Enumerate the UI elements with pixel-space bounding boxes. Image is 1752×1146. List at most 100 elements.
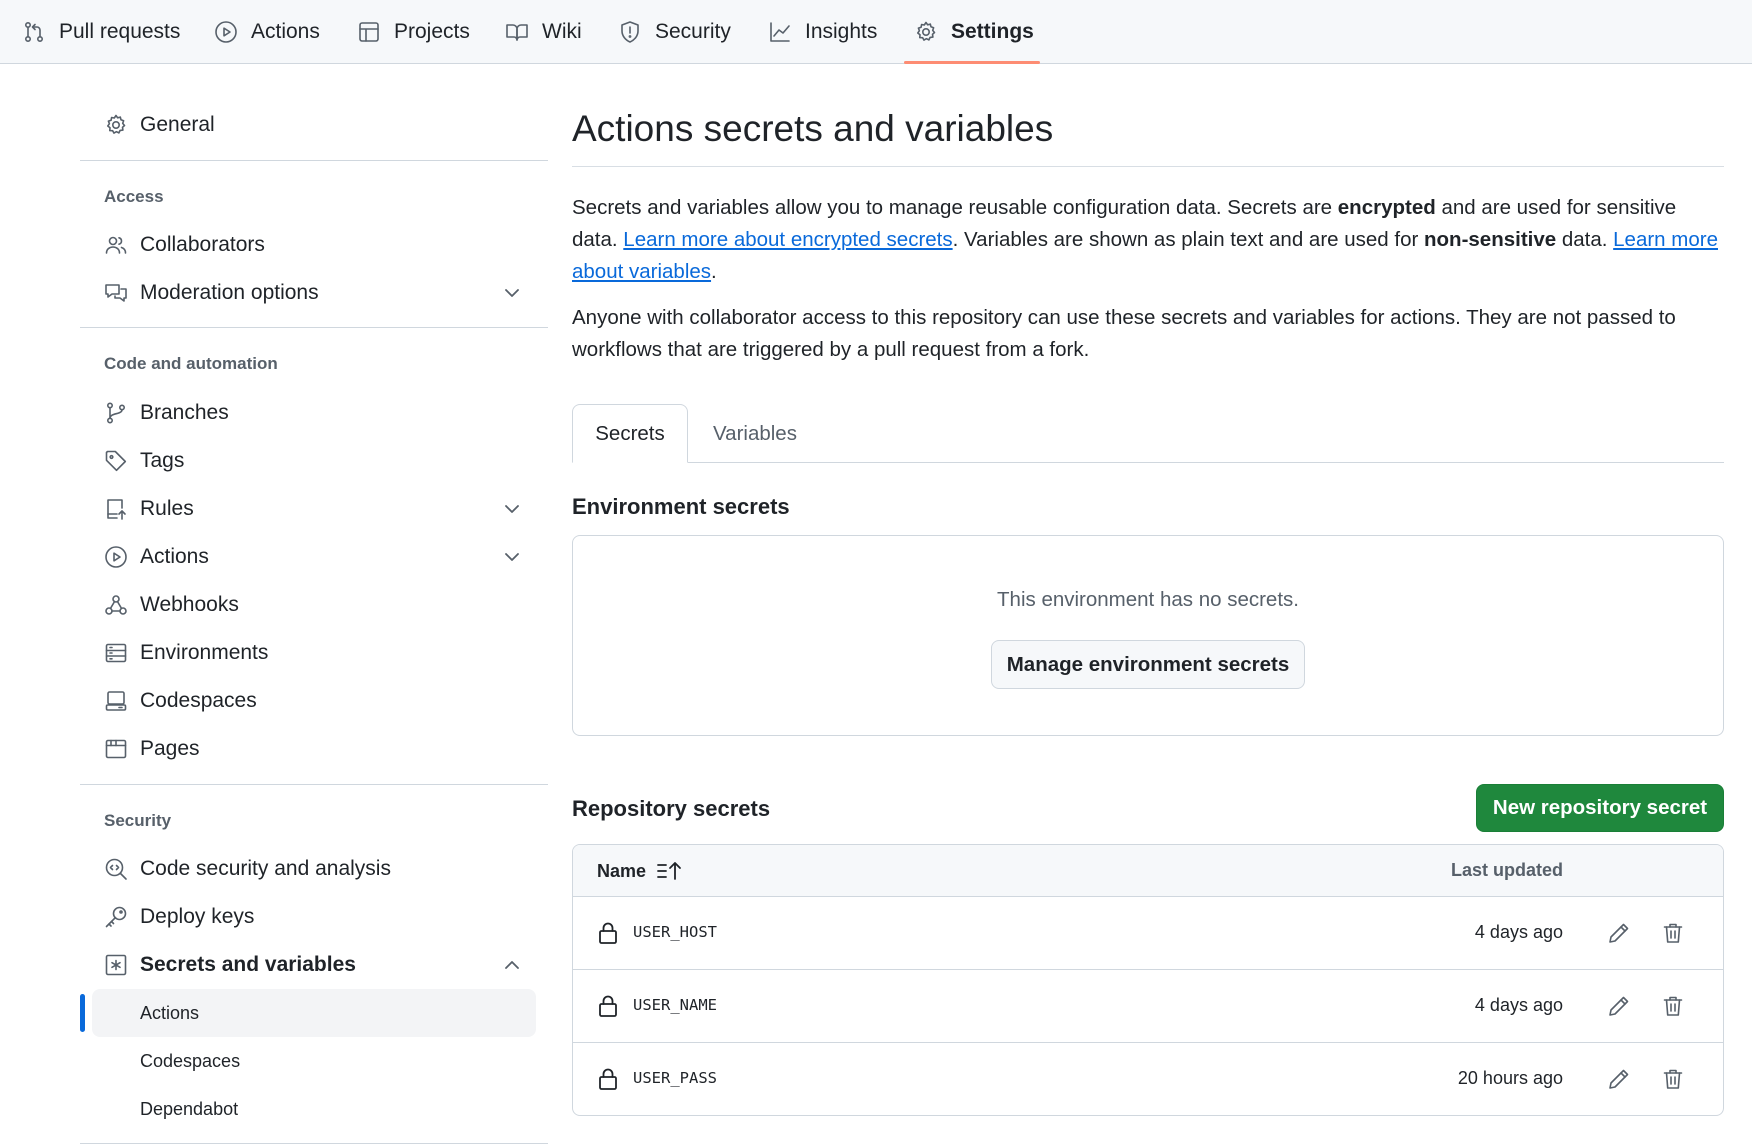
sidebar-heading-code: Code and automation [104, 354, 278, 373]
sidebar-item-label: Actions [140, 545, 209, 568]
table-row: USER_HOST 4 days ago [573, 897, 1723, 970]
secret-name: USER_NAME [633, 996, 717, 1014]
people-icon [105, 236, 127, 254]
gear-icon [917, 21, 936, 41]
shield-icon [621, 21, 639, 43]
table-header: Name Last updated [573, 845, 1723, 897]
repo-push-icon [107, 499, 126, 520]
sidebar-item-label: General [140, 113, 215, 136]
nav-security[interactable]: Security [618, 0, 731, 64]
sidebar-item-label: Codespaces [140, 689, 257, 712]
chevron-down-icon[interactable] [502, 499, 522, 519]
tab-secrets[interactable]: Secrets [572, 404, 688, 463]
intro-text-3: . Variables are shown as plain text and … [952, 228, 1425, 251]
sidebar-item-rules[interactable]: Rules [104, 489, 194, 529]
chevron-down-icon[interactable] [502, 283, 522, 303]
sidebar-item-label: Code security and analysis [140, 857, 391, 880]
intro-bold-encrypted: encrypted [1337, 196, 1436, 219]
sidebar-item-moderation[interactable]: Moderation options [104, 273, 319, 313]
nav-insights[interactable]: Insights [768, 0, 877, 64]
chevron-up-icon[interactable] [502, 955, 522, 975]
nav-actions[interactable]: Actions [214, 0, 320, 64]
sidebar-item-secrets-and-variables[interactable]: Secrets and variables [104, 945, 356, 985]
codespaces-icon [105, 691, 127, 711]
pencil-icon[interactable] [1607, 994, 1631, 1018]
sort-ascending-icon[interactable] [656, 860, 682, 882]
intro-text-5: . [711, 260, 717, 283]
secrets-table: Name Last updated USER_HOST 4 days ago U… [572, 844, 1724, 1116]
sidebar-item-collaborators[interactable]: Collaborators [104, 225, 265, 265]
trash-icon[interactable] [1661, 994, 1685, 1018]
nav-settings[interactable]: Settings [914, 0, 1034, 64]
sidebar-subitem-codespaces[interactable]: Codespaces [140, 1051, 240, 1072]
table-row: USER_NAME 4 days ago [573, 970, 1723, 1043]
sidebar-item-label: Webhooks [140, 593, 239, 616]
sidebar-heading-access: Access [104, 187, 164, 206]
sidebar-item-webhooks[interactable]: Webhooks [104, 585, 239, 625]
sidebar-item-deploy-keys[interactable]: Deploy keys [104, 897, 254, 937]
sidebar-item-branches[interactable]: Branches [104, 393, 229, 433]
key-asterisk-icon [105, 954, 127, 976]
nav-settings-label: Settings [951, 20, 1034, 43]
learn-more-secrets-link[interactable]: Learn more about encrypted secrets [623, 228, 952, 251]
pull-request-icon [24, 21, 44, 42]
active-tab-underline [904, 61, 1040, 64]
nav-insights-label: Insights [805, 20, 878, 43]
sidebar-item-label: Deploy keys [140, 905, 255, 928]
sidebar-heading-security: Security [104, 811, 172, 830]
sidebar-item-code-security[interactable]: Code security and analysis [104, 849, 391, 889]
trash-icon[interactable] [1661, 921, 1685, 945]
nav-security-label: Security [655, 20, 731, 43]
secret-last-updated: 20 hours ago [1457, 1068, 1563, 1088]
chevron-down-icon[interactable] [502, 547, 522, 567]
new-repository-secret-button[interactable]: New repository secret [1476, 784, 1724, 832]
intro-bold-non-sensitive: non-sensitive [1424, 228, 1557, 251]
sidebar-subitem-active-indicator [80, 994, 85, 1032]
intro-text-1: Secrets and variables allow you to manag… [572, 196, 1338, 219]
sidebar-item-tags[interactable]: Tags [104, 441, 184, 481]
sidebar-subitem-actions[interactable]: Actions [140, 1003, 199, 1024]
key-icon [105, 906, 127, 928]
pencil-icon[interactable] [1607, 921, 1631, 945]
manage-environment-secrets-button[interactable]: Manage environment secrets [991, 640, 1305, 689]
nav-projects-label: Projects [394, 20, 470, 43]
nav-pull-requests[interactable]: Pull requests [22, 0, 180, 64]
sidebar-item-label: Rules [140, 497, 194, 520]
sidebar-item-environments[interactable]: Environments [104, 633, 268, 673]
pencil-icon[interactable] [1607, 1067, 1631, 1091]
book-icon [506, 24, 528, 41]
play-icon [105, 546, 127, 568]
secret-last-updated: 4 days ago [1474, 995, 1563, 1015]
lock-icon [599, 922, 617, 944]
intro-paragraph: Secrets and variables allow you to manag… [572, 192, 1724, 288]
webhook-icon [105, 595, 127, 615]
column-header-name[interactable]: Name [597, 860, 682, 882]
lock-icon [599, 995, 617, 1017]
nav-projects[interactable]: Projects [357, 0, 470, 64]
sidebar-item-label: Branches [140, 401, 229, 424]
sidebar-divider [80, 784, 548, 785]
nav-wiki[interactable]: Wiki [505, 0, 582, 64]
sidebar-divider [80, 327, 548, 328]
graph-icon [770, 22, 790, 42]
sidebar-item-label: Pages [140, 737, 200, 760]
nav-pull-requests-label: Pull requests [59, 20, 181, 43]
codescan-icon [105, 858, 127, 880]
browser-icon [105, 739, 127, 759]
sidebar-item-pages[interactable]: Pages [104, 729, 200, 769]
environment-secrets-box: This environment has no secrets. Manage … [572, 535, 1724, 736]
sidebar-divider [80, 1143, 548, 1144]
git-branch-icon [106, 402, 126, 424]
sidebar-item-actions[interactable]: Actions [104, 537, 209, 577]
page-title: Actions secrets and variables [572, 108, 1054, 149]
gear-icon [107, 114, 126, 134]
sidebar-item-codespaces[interactable]: Codespaces [104, 681, 257, 721]
tab-variables[interactable]: Variables [692, 404, 818, 463]
sidebar-item-label: Environments [140, 641, 269, 664]
environment-empty-message: This environment has no secrets. [997, 588, 1299, 611]
sidebar-subitem-dependabot[interactable]: Dependabot [140, 1099, 238, 1120]
intro-text-4: data. [1556, 228, 1614, 251]
trash-icon[interactable] [1661, 1067, 1685, 1091]
sidebar-item-general[interactable]: General [104, 105, 215, 145]
table-row: USER_PASS 20 hours ago [573, 1043, 1723, 1115]
